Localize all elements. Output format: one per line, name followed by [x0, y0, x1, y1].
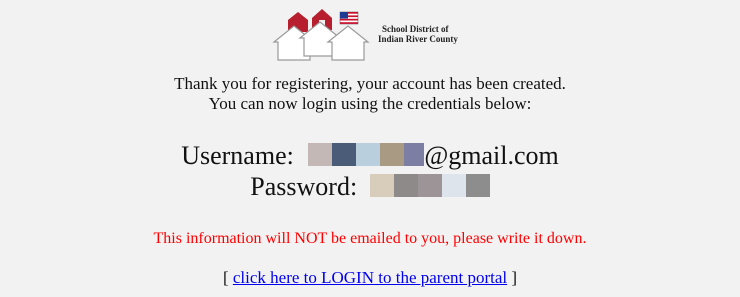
- district-name: School District of Indian River County: [378, 24, 458, 44]
- bracket-open: [: [222, 268, 229, 287]
- houses-logo-icon: [272, 9, 370, 61]
- bracket-close: ]: [511, 268, 518, 287]
- password-label: Password:: [250, 172, 358, 201]
- district-name-line2: Indian River County: [378, 34, 458, 44]
- confirmation-message-line2: You can now login using the credentials …: [208, 94, 532, 113]
- username-domain: @gmail.com: [424, 141, 559, 170]
- registration-confirmation-page: School District of Indian River County T…: [0, 0, 740, 297]
- parent-portal-login-link[interactable]: click here to LOGIN to the parent portal: [233, 268, 507, 287]
- login-link-row: [ click here to LOGIN to the parent port…: [0, 268, 740, 288]
- username-row: Username: @gmail.com: [0, 141, 740, 171]
- password-row: Password:: [0, 172, 740, 202]
- district-logo: School District of Indian River County: [270, 6, 500, 62]
- us-flag-icon: [339, 11, 359, 25]
- username-redacted: [300, 141, 425, 170]
- district-name-line1: School District of: [382, 24, 449, 34]
- warning-message: This information will NOT be emailed to …: [153, 230, 587, 247]
- username-label: Username:: [181, 141, 294, 170]
- confirmation-message-line1: Thank you for registering, your account …: [174, 74, 566, 93]
- password-redacted: [364, 172, 490, 201]
